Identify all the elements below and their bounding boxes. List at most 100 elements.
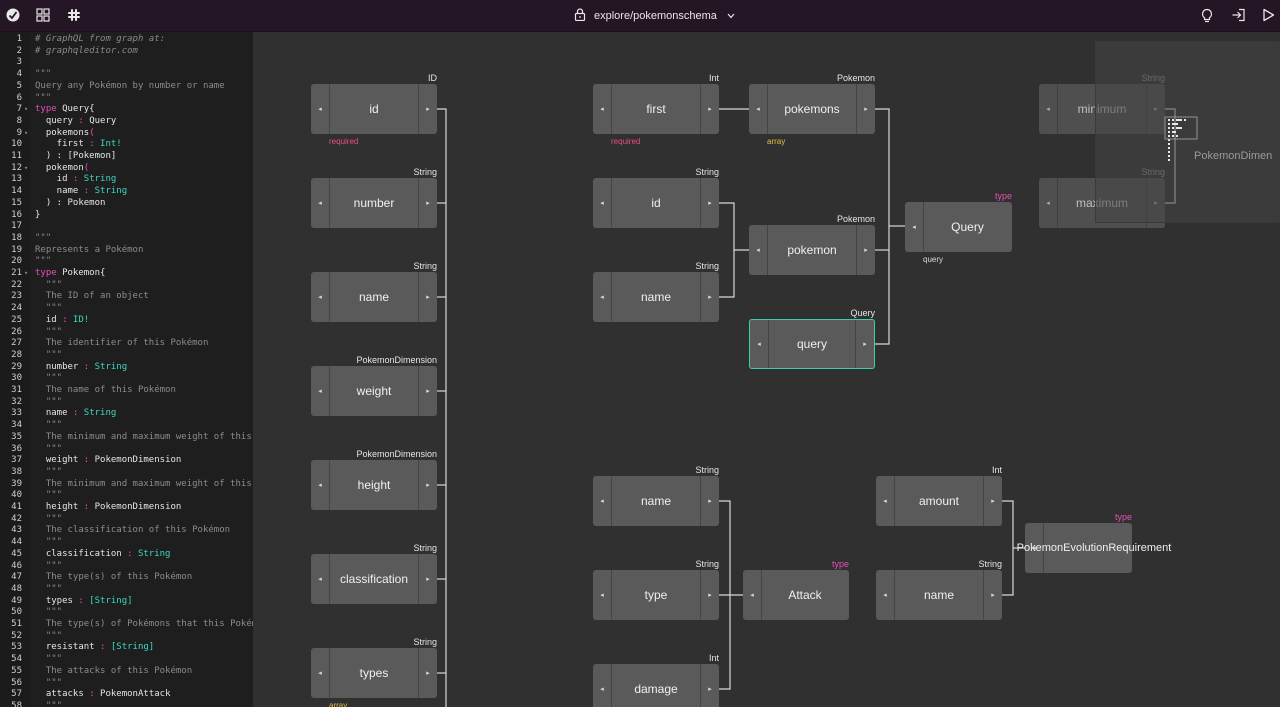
collapse-left-icon[interactable]: ◂ <box>876 570 895 620</box>
type-node-pokemonevolutionrequirement[interactable]: ◂PokemonEvolutionRequirement▸ <box>1017 523 1171 573</box>
collapse-left-icon[interactable]: ◂ <box>311 648 330 698</box>
node-type-label: String <box>413 543 437 553</box>
field-node-id[interactable]: ◂ id ▸ <box>593 178 719 228</box>
code-text: """ <box>35 232 52 243</box>
collapse-left-icon[interactable]: ◂ <box>1039 84 1058 134</box>
expand-right-icon[interactable]: ▸ <box>983 570 1002 620</box>
fold-arrow-icon[interactable]: ▾ <box>24 128 28 140</box>
schema-graph-canvas[interactable]: ◂ id ▸ ID required ◂ number ▸ String ◂ name ▸ String… <box>253 32 1280 707</box>
grid-icon[interactable] <box>36 8 52 24</box>
node-label: id <box>369 102 379 116</box>
field-node-name[interactable]: ◂ name ▸ <box>593 476 719 526</box>
field-node-number[interactable]: ◂ number ▸ <box>311 178 437 228</box>
collapse-left-icon[interactable]: ◂ <box>593 476 612 526</box>
fold-arrow-icon[interactable]: ▾ <box>24 163 28 175</box>
line-number: 25 <box>11 314 22 325</box>
expand-right-icon[interactable]: ▸ <box>418 84 437 134</box>
collapse-left-icon[interactable]: ◂ <box>311 178 330 228</box>
graphql-editor-logo-icon[interactable] <box>6 8 22 24</box>
field-node-name[interactable]: ◂ name ▸ <box>876 570 1002 620</box>
project-selector[interactable]: explore/pokemonschema <box>574 8 735 24</box>
minimap-preview <box>1164 116 1198 161</box>
type-node-attack[interactable]: ◂Attack▸ <box>743 570 849 620</box>
field-node-height[interactable]: ◂ height ▸ <box>311 460 437 510</box>
code-line: 10 first : Int! <box>0 139 253 151</box>
line-number: 52 <box>11 630 22 641</box>
collapse-left-icon[interactable]: ◂ <box>311 460 330 510</box>
code-text: """ <box>35 700 63 707</box>
code-text: """ <box>35 490 63 501</box>
code-line: 15 ) : Pokemon <box>0 198 253 210</box>
collapse-left-icon[interactable]: ◂ <box>750 320 769 368</box>
expand-right-icon[interactable]: ▸ <box>418 460 437 510</box>
expand-right-icon[interactable]: ▸ <box>856 84 875 134</box>
expand-right-icon[interactable]: ▸ <box>700 664 719 707</box>
expand-right-icon[interactable]: ▸ <box>855 320 874 368</box>
collapse-left-icon[interactable]: ◂ <box>311 272 330 322</box>
collapse-left-icon[interactable]: ◂ <box>743 570 762 620</box>
field-node-type[interactable]: ◂ type ▸ <box>593 570 719 620</box>
field-node-first[interactable]: ◂ first ▸ <box>593 84 719 134</box>
collapse-left-icon[interactable]: ◂ <box>749 84 768 134</box>
collapse-left-icon[interactable]: ◂ <box>593 570 612 620</box>
code-text: classification : String <box>35 548 171 559</box>
collapse-left-icon[interactable]: ◂ <box>876 476 895 526</box>
line-number: 46 <box>11 560 22 571</box>
schema-code-editor[interactable]: 1 # GraphQL from graph at: 2 # graphqledito… <box>0 32 253 707</box>
expand-right-icon[interactable]: ▸ <box>983 476 1002 526</box>
code-text: """ <box>35 420 63 431</box>
collapse-left-icon[interactable]: ◂ <box>905 202 924 252</box>
field-node-pokemons[interactable]: ◂ pokemons ▸ <box>749 84 875 134</box>
collapse-left-icon[interactable]: ◂ <box>749 225 768 275</box>
line-number: 51 <box>11 619 22 629</box>
expand-right-icon[interactable]: ▸ <box>700 178 719 228</box>
expand-right-icon[interactable]: ▸ <box>700 570 719 620</box>
collapse-left-icon[interactable]: ◂ <box>593 664 612 707</box>
code-text: ) : [Pokemon] <box>35 151 117 161</box>
code-line: 47 The type(s) of this Pokémon <box>0 572 253 584</box>
play-icon[interactable] <box>1262 8 1278 24</box>
expand-right-icon[interactable]: ▸ <box>418 366 437 416</box>
lightbulb-icon[interactable] <box>1200 8 1216 24</box>
code-text: """ <box>35 349 63 360</box>
expand-right-icon[interactable]: ▸ <box>418 648 437 698</box>
fold-arrow-icon[interactable]: ▾ <box>24 268 28 280</box>
expand-right-icon[interactable]: ▸ <box>856 225 875 275</box>
collapse-left-icon[interactable]: ◂ <box>593 272 612 322</box>
minimap[interactable]: PokemonDimen <box>1095 41 1280 223</box>
code-line: 24 """ <box>0 303 253 315</box>
expand-right-icon[interactable]: ▸ <box>418 178 437 228</box>
code-text: pokemons( <box>35 127 95 138</box>
login-icon[interactable] <box>1231 8 1247 24</box>
expand-right-icon[interactable]: ▸ <box>700 84 719 134</box>
collapse-left-icon[interactable]: ◂ <box>593 84 612 134</box>
field-node-pokemon[interactable]: ◂ pokemon ▸ <box>749 225 875 275</box>
type-node-query[interactable]: ◂Query▸ <box>905 202 1012 252</box>
expand-right-icon[interactable]: ▸ <box>418 272 437 322</box>
collapse-left-icon[interactable]: ◂ <box>1039 178 1058 228</box>
field-node-classification[interactable]: ◂ classification ▸ <box>311 554 437 604</box>
collapse-left-icon[interactable]: ◂ <box>311 84 330 134</box>
field-node-query[interactable]: ◂ query ▸ <box>749 319 875 369</box>
node-modifier-label: required <box>329 137 359 146</box>
code-line: 7 ▾ type Query{ <box>0 104 253 116</box>
collapse-left-icon[interactable]: ◂ <box>593 178 612 228</box>
collapse-left-icon[interactable]: ◂ <box>311 366 330 416</box>
field-node-damage[interactable]: ◂ damage ▸ <box>593 664 719 707</box>
code-line: 51 The type(s) of Pokémons that this Pok… <box>0 619 253 631</box>
fold-arrow-icon[interactable]: ▾ <box>24 104 28 116</box>
node-label: Attack <box>788 588 822 602</box>
expand-right-icon[interactable]: ▸ <box>700 272 719 322</box>
node-type-label: type <box>831 559 849 569</box>
field-node-types[interactable]: ◂ types ▸ <box>311 648 437 698</box>
field-node-id[interactable]: ◂ id ▸ <box>311 84 437 134</box>
slack-icon[interactable] <box>67 8 83 24</box>
field-node-name[interactable]: ◂ name ▸ <box>593 272 719 322</box>
field-node-amount[interactable]: ◂ amount ▸ <box>876 476 1002 526</box>
code-line: 22 """ <box>0 280 253 292</box>
expand-right-icon[interactable]: ▸ <box>418 554 437 604</box>
collapse-left-icon[interactable]: ◂ <box>311 554 330 604</box>
expand-right-icon[interactable]: ▸ <box>700 476 719 526</box>
field-node-weight[interactable]: ◂ weight ▸ <box>311 366 437 416</box>
field-node-name[interactable]: ◂ name ▸ <box>311 272 437 322</box>
